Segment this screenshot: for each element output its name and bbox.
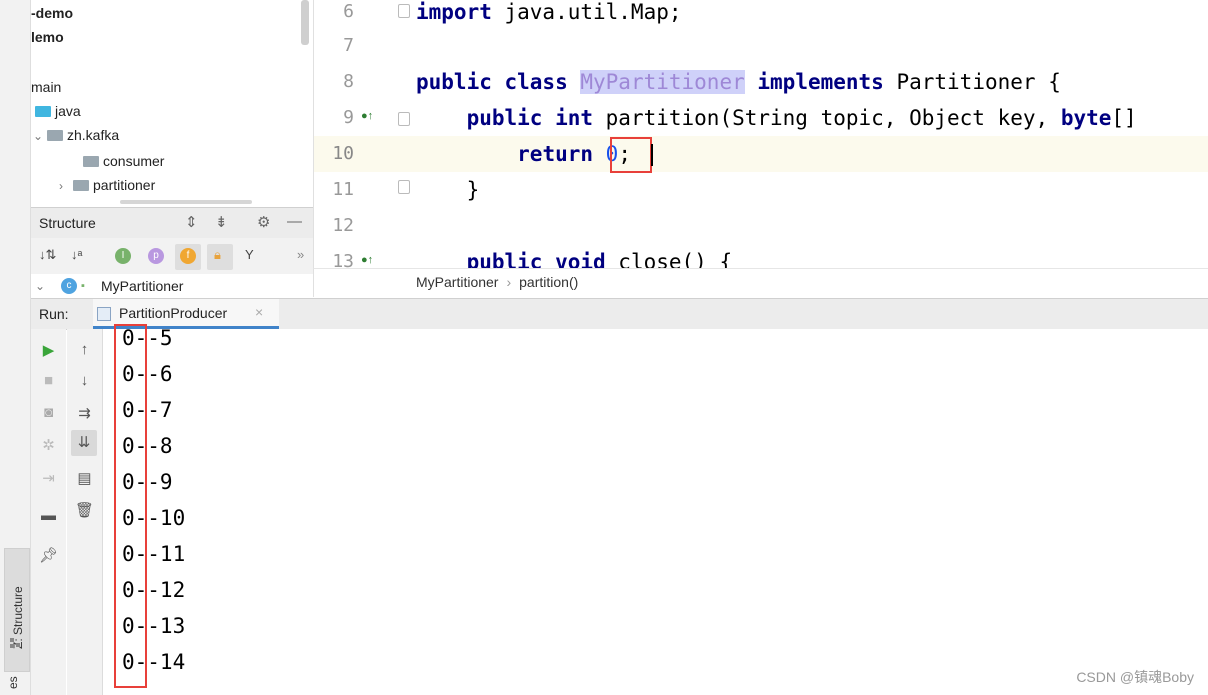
line-number: 9 — [343, 107, 354, 128]
fold-marker-icon[interactable] — [398, 112, 410, 126]
line-number: 7 — [343, 35, 354, 56]
tree-item-module[interactable]: lemo — [31, 26, 64, 48]
annotation-box-partition-column — [114, 324, 147, 688]
pin-icon[interactable]: 📌︎ — [31, 546, 66, 564]
console-output[interactable]: 0--5 0--6 0--7 0--8 0--9 0--10 0--11 0--… — [103, 326, 1208, 695]
implements-method-icon[interactable]: ●↑ — [361, 254, 373, 266]
line-number: 8 — [343, 71, 354, 92]
tab-label: PartitionProducer — [119, 305, 228, 321]
run-toolbar-primary: ▶ ■ ◙ ✲ ⇥ ▬ 📌︎ — [31, 329, 66, 695]
soft-wrap-icon[interactable]: ⇉ — [67, 404, 102, 422]
show-properties-icon[interactable]: p — [148, 248, 164, 264]
close-icon[interactable]: × — [255, 304, 263, 320]
chevron-down-icon[interactable]: ⌄ — [35, 275, 45, 297]
run-toolbar-secondary: ↑ ↓ ⇉ ⇊ ▤ 🗑︎ — [67, 329, 103, 695]
tree-vertical-scrollbar[interactable] — [301, 0, 309, 45]
source-folder-icon — [35, 106, 51, 117]
package-icon — [47, 130, 63, 141]
gear-icon[interactable]: ⚙ — [257, 213, 270, 231]
console-icon — [97, 307, 111, 321]
line-number: 10 — [332, 143, 354, 164]
debug-icon[interactable]: ✲ — [31, 436, 66, 454]
code-line-11: } — [416, 178, 480, 202]
scroll-to-end-icon[interactable]: ⇊ — [71, 430, 97, 456]
show-non-public-icon[interactable]: 🔒︎ — [214, 247, 221, 263]
stop-icon[interactable]: ■ — [31, 372, 66, 389]
package-icon — [73, 180, 89, 191]
code-editor[interactable]: 6 7 8 9 ●↑ 10 11 12 13 ●↑ import java.ut… — [313, 0, 1208, 268]
breadcrumb-class[interactable]: MyPartitioner — [416, 274, 498, 290]
breadcrumb-method[interactable]: partition() — [519, 274, 578, 290]
structure-panel-header: Structure ⇕ ⇟ ⚙ — — [31, 207, 313, 238]
line-number: 13 — [332, 251, 354, 268]
code-line-13: public void close() { — [466, 250, 733, 268]
class-icon: c — [61, 278, 77, 294]
text-caret — [651, 144, 653, 166]
line-number: 12 — [332, 215, 354, 236]
show-inherited-icon[interactable]: I — [115, 248, 131, 264]
editor-gutter: 6 7 8 9 ●↑ 10 11 12 13 ●↑ — [314, 0, 410, 268]
z-structure-side-tab[interactable]: Z: Structure — [4, 548, 30, 672]
structure-class-row[interactable]: ⌄ c ▪ MyPartitioner — [31, 275, 313, 297]
more-icon[interactable]: » — [297, 247, 304, 262]
structure-class-name: MyPartitioner — [101, 278, 184, 294]
tree-item-project-root[interactable]: -demo — [31, 2, 73, 24]
trash-icon[interactable]: 🗑︎ — [67, 501, 102, 519]
camera-icon[interactable]: ◙ — [31, 404, 66, 421]
chevron-right-icon[interactable]: › — [59, 175, 73, 197]
structure-title: Structure — [39, 215, 96, 231]
line-number: 6 — [343, 1, 354, 22]
tree-item-partitioner[interactable]: › partitioner — [59, 174, 155, 196]
up-arrow-icon[interactable]: ↑ — [67, 341, 102, 358]
sort-alphabetically-icon[interactable]: ↓ᵃ — [71, 247, 82, 262]
public-visibility-icon: ▪ — [81, 280, 85, 292]
code-line-10: return 0; — [517, 142, 631, 166]
sort-by-visibility-icon[interactable]: ↓⇅ — [39, 247, 56, 263]
run-label: Run: — [39, 306, 69, 322]
breadcrumb: MyPartitioner › partition() — [313, 268, 1208, 297]
highlighted-class-name: MyPartitioner — [580, 70, 745, 94]
tree-horizontal-scrollbar[interactable] — [120, 200, 252, 204]
line-number: 11 — [332, 179, 354, 200]
down-arrow-icon[interactable]: ↓ — [67, 372, 102, 389]
code-line-6: import java.util.Map; — [416, 0, 682, 24]
hide-panel-icon[interactable]: — — [287, 213, 302, 230]
fold-marker-icon[interactable] — [398, 180, 410, 194]
collapse-all-icon[interactable]: ⇟ — [215, 213, 228, 231]
package-icon — [83, 156, 99, 167]
code-line-8: public class MyPartitioner implements Pa… — [416, 70, 1061, 94]
watermark: CSDN @镇魂Boby — [1076, 669, 1194, 685]
code-line-9: public int partition(String topic, Objec… — [466, 106, 1137, 130]
tree-item-consumer[interactable]: consumer — [83, 150, 164, 172]
layout-icon[interactable]: ▬ — [31, 507, 66, 524]
annotation-box-return-value — [610, 137, 652, 173]
chevron-down-icon[interactable]: ⌄ — [33, 125, 47, 147]
show-fields-icon[interactable]: f — [180, 248, 196, 264]
show-lambdas-icon[interactable]: Y — [245, 247, 254, 262]
exit-icon[interactable]: ⇥ — [31, 469, 66, 487]
project-tree: -demo lemo main java ⌄ zh.kafka consumer … — [31, 0, 313, 207]
tree-item-java[interactable]: java — [35, 100, 81, 122]
run-panel-header: Run: PartitionProducer × — [31, 298, 1208, 330]
rerun-icon[interactable]: ▶ — [31, 341, 66, 359]
tree-item-main[interactable]: main — [31, 76, 61, 98]
implements-method-icon[interactable]: ●↑ — [361, 110, 373, 122]
tree-item-zh-kafka[interactable]: ⌄ zh.kafka — [33, 124, 119, 146]
print-icon[interactable]: ▤ — [67, 469, 102, 487]
structure-toolbar: ↓⇅ ↓ᵃ I p f 🔒︎ Y » — [31, 238, 313, 274]
expand-all-icon[interactable]: ⇕ — [185, 213, 198, 231]
breadcrumb-separator: › — [506, 274, 512, 290]
fold-marker-icon[interactable] — [398, 4, 410, 18]
structure-side-icon — [8, 636, 22, 650]
